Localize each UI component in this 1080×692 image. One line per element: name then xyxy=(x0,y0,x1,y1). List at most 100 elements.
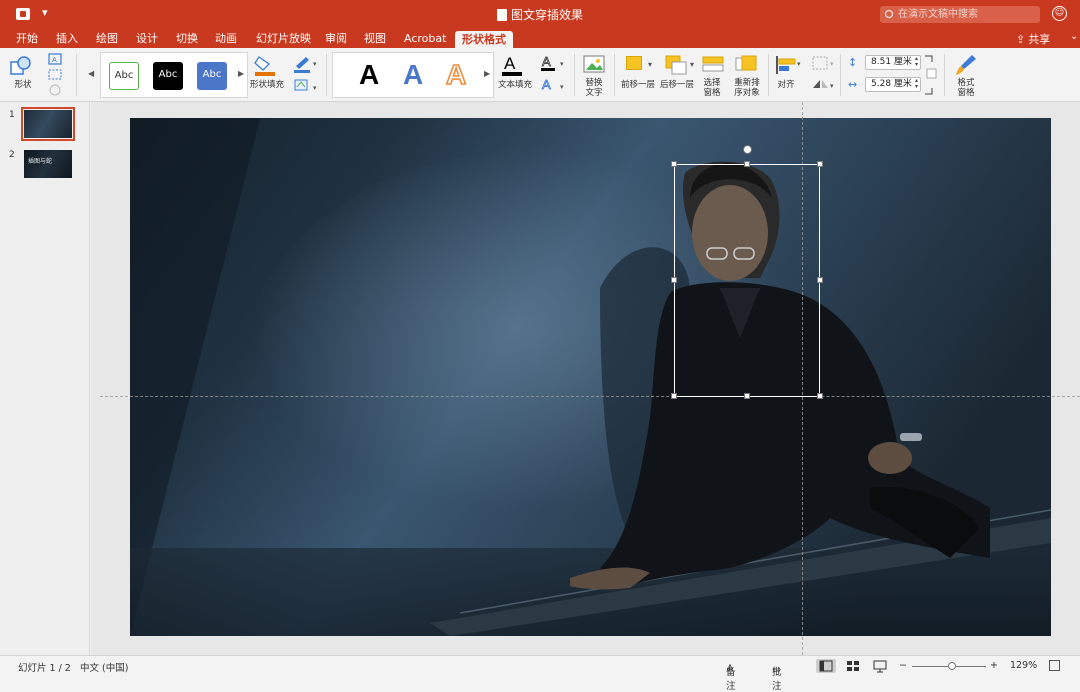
wordart-style-orange-outline[interactable]: A xyxy=(445,58,467,91)
svg-text:A: A xyxy=(52,56,57,64)
ribbon-tab-bar: 开始 插入 绘图 设计 切换 动画 幻灯片放映 审阅 视图 Acrobat 形状… xyxy=(0,28,1080,48)
document-icon xyxy=(496,9,507,21)
shape-style-black[interactable]: Abc xyxy=(153,62,183,90)
slide-thumbnail-1[interactable] xyxy=(21,107,75,141)
tab-draw[interactable]: 绘图 xyxy=(90,31,124,48)
tab-transitions[interactable]: 切换 xyxy=(170,31,204,48)
language-indicator[interactable]: 中文 (中国) xyxy=(80,660,128,674)
ribbon-separator xyxy=(76,54,77,96)
shape-styles-gallery[interactable]: Abc Abc Abc xyxy=(100,52,248,98)
svg-text:▾: ▾ xyxy=(797,60,801,68)
reorder-objects-label: 重新排 序对象 xyxy=(734,78,760,98)
normal-view-button[interactable] xyxy=(816,659,836,673)
shape-height-value: 8.51 厘米 xyxy=(871,57,912,67)
shape-style-blue[interactable]: Abc xyxy=(197,62,227,90)
resize-handle-top-left[interactable] xyxy=(671,161,677,167)
slide-number: 2 xyxy=(9,150,15,160)
fit-to-window-icon[interactable] xyxy=(1049,660,1060,671)
tab-animations[interactable]: 动画 xyxy=(209,31,243,48)
send-backward-icon[interactable] xyxy=(664,54,688,76)
bring-forward-label: 前移一层 xyxy=(620,80,655,90)
tab-review[interactable]: 审阅 xyxy=(319,31,353,48)
slide-number: 1 xyxy=(9,110,15,120)
gallery-prev-icon[interactable]: ◀ xyxy=(88,69,94,78)
gallery-next-icon[interactable]: ▶ xyxy=(238,69,244,78)
wordart-style-blue[interactable]: A xyxy=(403,59,423,91)
format-pane-brush-icon[interactable] xyxy=(954,53,978,77)
reading-view-button[interactable] xyxy=(870,659,890,673)
width-stepper-icon[interactable]: ▴ ▾ xyxy=(915,78,918,90)
format-pane-label: 格式 窗格 xyxy=(957,78,975,98)
svg-text:A: A xyxy=(504,54,516,73)
text-fill-label: 文本填充 xyxy=(497,80,532,90)
share-icon: ⇪ xyxy=(1016,33,1026,46)
svg-text:▾: ▾ xyxy=(313,84,317,92)
wordart-style-black[interactable]: A xyxy=(359,59,379,91)
document-title-text: 图文穿插效果 xyxy=(510,8,583,22)
text-outline-effects-icons[interactable]: A ▾ A ▾ xyxy=(539,54,569,94)
tab-shape-format[interactable]: 形状格式 xyxy=(455,31,513,48)
search-input[interactable]: 在演示文稿中搜索 xyxy=(880,6,1040,23)
tab-acrobat[interactable]: Acrobat xyxy=(398,31,452,48)
chevron-down-icon: ⌄ xyxy=(1070,31,1079,42)
notes-label: 备注 xyxy=(726,667,736,692)
tab-home[interactable]: 开始 xyxy=(10,31,44,48)
title-bar: ▾ 图文穿插效果 在演示文稿中搜索 ☺ xyxy=(0,0,1080,28)
tab-design[interactable]: 设计 xyxy=(130,31,164,48)
feedback-smiley-icon[interactable]: ☺ xyxy=(1052,6,1067,21)
resize-handle-right[interactable] xyxy=(817,277,823,283)
reorder-objects-icon[interactable] xyxy=(734,54,760,76)
shape-width-input[interactable]: 5.28 厘米 ▴ ▾ xyxy=(865,77,921,92)
rotation-handle[interactable] xyxy=(743,145,752,154)
svg-text:▾: ▾ xyxy=(560,83,564,91)
wordart-next-icon[interactable]: ▶ xyxy=(484,69,490,78)
resize-handle-bottom-left[interactable] xyxy=(671,393,677,399)
slide-sorter-view-button[interactable] xyxy=(843,659,863,673)
lock-aspect-ratio-icon[interactable] xyxy=(923,54,939,96)
shape-fill-icon[interactable] xyxy=(253,54,277,76)
tab-slideshow[interactable]: 幻灯片放映 xyxy=(250,31,317,48)
slide-thumbnail-2[interactable]: 插图与蛇 xyxy=(24,150,72,178)
chevron-down-icon[interactable]: ▾ xyxy=(648,60,652,69)
resize-handle-top[interactable] xyxy=(744,161,750,167)
text-fill-icon[interactable]: A xyxy=(500,53,526,77)
chevron-down-icon[interactable]: ▾ xyxy=(690,60,694,69)
zoom-slider-thumb[interactable] xyxy=(948,662,956,670)
align-icon[interactable]: ▾ xyxy=(774,54,804,76)
group-rotate-icons[interactable]: ▾ ▾ xyxy=(810,54,836,94)
slide-background-photo[interactable] xyxy=(130,118,1051,636)
zoom-in-button[interactable]: + xyxy=(990,660,998,671)
selection-pane-icon[interactable] xyxy=(702,54,724,76)
svg-text:A: A xyxy=(542,77,551,92)
shape-height-input[interactable]: 8.51 厘米 ▴ ▾ xyxy=(865,55,921,70)
shapes-icon[interactable] xyxy=(10,56,32,76)
svg-text:▾: ▾ xyxy=(830,60,834,68)
shape-style-outline-green[interactable]: Abc xyxy=(109,62,139,90)
horizontal-guide-line[interactable] xyxy=(100,396,1080,397)
ribbon-separator xyxy=(840,54,841,96)
resize-handle-bottom-right[interactable] xyxy=(817,393,823,399)
bring-forward-icon[interactable] xyxy=(626,56,642,70)
tab-view[interactable]: 视图 xyxy=(358,31,392,48)
slide-1-content[interactable] xyxy=(130,118,1051,636)
zoom-level[interactable]: 129% xyxy=(1010,660,1037,671)
zoom-out-button[interactable]: − xyxy=(899,660,907,671)
edit-shape-icons[interactable]: A xyxy=(46,52,68,98)
selected-shape-bounding-box[interactable] xyxy=(674,164,820,397)
alt-text-icon[interactable] xyxy=(582,54,606,76)
resize-handle-top-right[interactable] xyxy=(817,161,823,167)
selection-pane-label: 选择 窗格 xyxy=(703,78,721,98)
slide-thumbnails-pane: 1 2 插图与蛇 xyxy=(0,102,90,655)
shape-outline-effects-icons[interactable]: ▾ ▾ xyxy=(292,54,320,94)
align-label: 对齐 xyxy=(777,80,795,90)
share-button[interactable]: ⇪ 共享 ⌄ xyxy=(1016,31,1078,47)
height-stepper-icon[interactable]: ▴ ▾ xyxy=(915,56,918,68)
wordart-styles-gallery[interactable]: A A A xyxy=(332,52,494,98)
shape-fill-label: 形状填充 xyxy=(249,80,284,90)
tab-insert[interactable]: 插入 xyxy=(50,31,84,48)
resize-handle-bottom[interactable] xyxy=(744,393,750,399)
comments-label: 批注 xyxy=(772,667,782,692)
resize-handle-left[interactable] xyxy=(671,277,677,283)
normal-view-icon xyxy=(819,660,833,672)
ribbon-shape-format: 形状 A ◀ Abc Abc Abc ▶ 形状填充 ▾ ▾ A A A ▶ A … xyxy=(0,48,1080,102)
